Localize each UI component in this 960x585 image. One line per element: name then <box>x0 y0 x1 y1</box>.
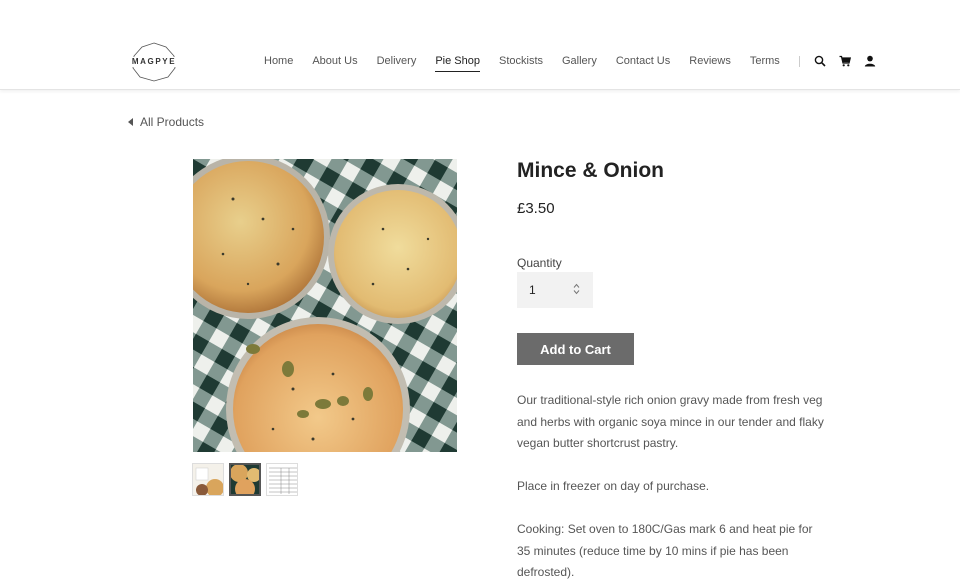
nav-item-home[interactable]: Home <box>264 55 293 67</box>
nav-item-pie-shop[interactable]: Pie Shop <box>435 55 480 72</box>
nav-divider <box>798 55 800 67</box>
nav-item-reviews[interactable]: Reviews <box>689 55 731 67</box>
nav-item-gallery[interactable]: Gallery <box>562 55 597 67</box>
chevron-left-icon <box>128 118 133 126</box>
search-icon[interactable] <box>814 55 826 67</box>
nav-item-terms[interactable]: Terms <box>750 55 780 67</box>
logo[interactable]: MAGPYE <box>130 42 178 82</box>
thumbnail-3[interactable] <box>266 463 298 496</box>
product-thumbnails <box>192 463 298 496</box>
product-description: Our traditional-style rich onion gravy m… <box>517 390 827 585</box>
thumbnail-1[interactable] <box>192 463 224 496</box>
logo-text: MAGPYE <box>131 57 177 66</box>
nav-item-delivery[interactable]: Delivery <box>377 55 417 67</box>
description-paragraph: Cooking: Set oven to 180C/Gas mark 6 and… <box>517 522 813 579</box>
nav-item-contact-us[interactable]: Contact Us <box>616 55 670 67</box>
account-icon[interactable] <box>864 55 876 67</box>
cart-icon[interactable] <box>839 55 851 67</box>
main-nav: Home About Us Delivery Pie Shop Stockist… <box>264 55 889 72</box>
nav-item-stockists[interactable]: Stockists <box>499 55 543 67</box>
back-to-products-link[interactable]: All Products <box>128 115 204 129</box>
product-price: £3.50 <box>517 200 555 217</box>
product-main-image[interactable] <box>193 159 457 452</box>
product-title: Mince & Onion <box>517 159 664 182</box>
quantity-label: Quantity <box>517 256 562 270</box>
description-paragraph: Place in freezer on day of purchase. <box>517 479 710 493</box>
thumbnail-2[interactable] <box>229 463 261 496</box>
quantity-value: 1 <box>529 283 536 297</box>
description-paragraph: Our traditional-style rich onion gravy m… <box>517 393 824 450</box>
add-to-cart-button[interactable]: Add to Cart <box>517 333 634 365</box>
nav-item-about-us[interactable]: About Us <box>312 55 357 67</box>
back-link-label: All Products <box>140 115 205 129</box>
site-header: MAGPYE Home About Us Delivery Pie Shop S… <box>0 0 960 90</box>
quantity-stepper[interactable]: 1 <box>517 272 593 308</box>
stepper-arrows-icon[interactable] <box>573 283 580 295</box>
